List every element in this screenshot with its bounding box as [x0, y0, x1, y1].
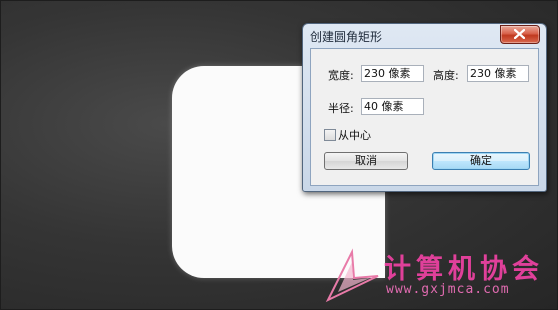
create-rounded-rect-dialog: 创建圆角矩形 宽度: 230 像素 高度: 230 像素 半径: 40 像素 从… [302, 23, 547, 192]
close-button[interactable] [500, 25, 540, 44]
from-center-label[interactable]: 从中心 [338, 127, 371, 143]
ok-button[interactable]: 确定 [432, 152, 530, 170]
watermark-url: www.gxjmca.com [386, 282, 510, 297]
radius-field[interactable]: 40 像素 [361, 98, 424, 115]
dialog-title: 创建圆角矩形 [310, 30, 383, 44]
radius-label: 半径: [328, 102, 354, 115]
width-label: 宽度: [328, 69, 354, 82]
watermark-logo-icon [325, 248, 379, 303]
from-center-checkbox[interactable] [324, 129, 336, 141]
watermark-title: 计算机协会 [384, 254, 544, 285]
width-field[interactable]: 230 像素 [361, 65, 424, 82]
dialog-body: 宽度: 230 像素 高度: 230 像素 半径: 40 像素 从中心 取消 确… [310, 48, 539, 186]
height-field[interactable]: 230 像素 [467, 65, 529, 82]
close-icon [514, 29, 525, 39]
dialog-titlebar[interactable]: 创建圆角矩形 [303, 24, 546, 46]
cancel-button[interactable]: 取消 [324, 152, 408, 170]
height-label: 高度: [433, 69, 459, 82]
